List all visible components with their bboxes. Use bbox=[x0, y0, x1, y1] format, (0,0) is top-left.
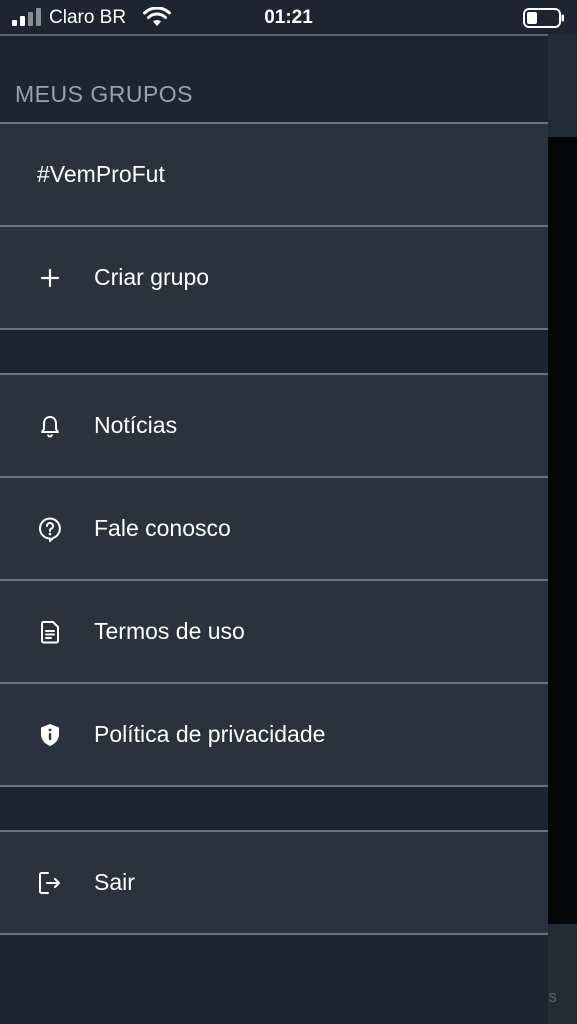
divider bbox=[0, 328, 548, 330]
battery-icon bbox=[523, 8, 564, 28]
logout-icon bbox=[39, 872, 60, 894]
menu-item-privacy-policy-label: Política de privacidade bbox=[94, 721, 326, 747]
menu-item-contact-us[interactable]: Fale conosco bbox=[0, 478, 548, 579]
section-title-my-groups: MEUS GRUPOS bbox=[15, 81, 194, 107]
divider bbox=[0, 785, 548, 787]
bell-icon bbox=[41, 416, 59, 438]
background-partial-text: s bbox=[548, 987, 558, 1006]
shield-icon bbox=[41, 724, 59, 746]
menu-item-terms-label: Termos de uso bbox=[94, 618, 245, 644]
create-group-button[interactable]: Criar grupo bbox=[0, 227, 548, 328]
plus-icon bbox=[40, 268, 60, 288]
menu-item-news-label: Notícias bbox=[94, 412, 178, 438]
help-bubble-icon bbox=[39, 517, 61, 542]
drawer-top-divider bbox=[0, 34, 548, 36]
logout-label: Sair bbox=[94, 869, 135, 895]
logout-button[interactable]: Sair bbox=[0, 832, 548, 933]
status-time: 01:21 bbox=[264, 7, 313, 28]
divider bbox=[0, 933, 548, 935]
menu-item-privacy-policy[interactable]: Política de privacidade bbox=[0, 684, 548, 785]
group-item[interactable]: #VemProFut bbox=[0, 124, 548, 225]
create-group-label: Criar grupo bbox=[94, 264, 210, 290]
side-drawer: MEUS GRUPOS #VemProFut Criar grupo Notíc… bbox=[0, 34, 548, 1024]
menu-item-contact-us-label: Fale conosco bbox=[94, 515, 231, 541]
menu-item-terms[interactable]: Termos de uso bbox=[0, 581, 548, 682]
group-item-label: #VemProFut bbox=[37, 161, 165, 187]
menu-item-news[interactable]: Notícias bbox=[0, 375, 548, 476]
status-bar: Claro BR 01:21 bbox=[0, 0, 577, 34]
document-icon bbox=[41, 621, 59, 644]
